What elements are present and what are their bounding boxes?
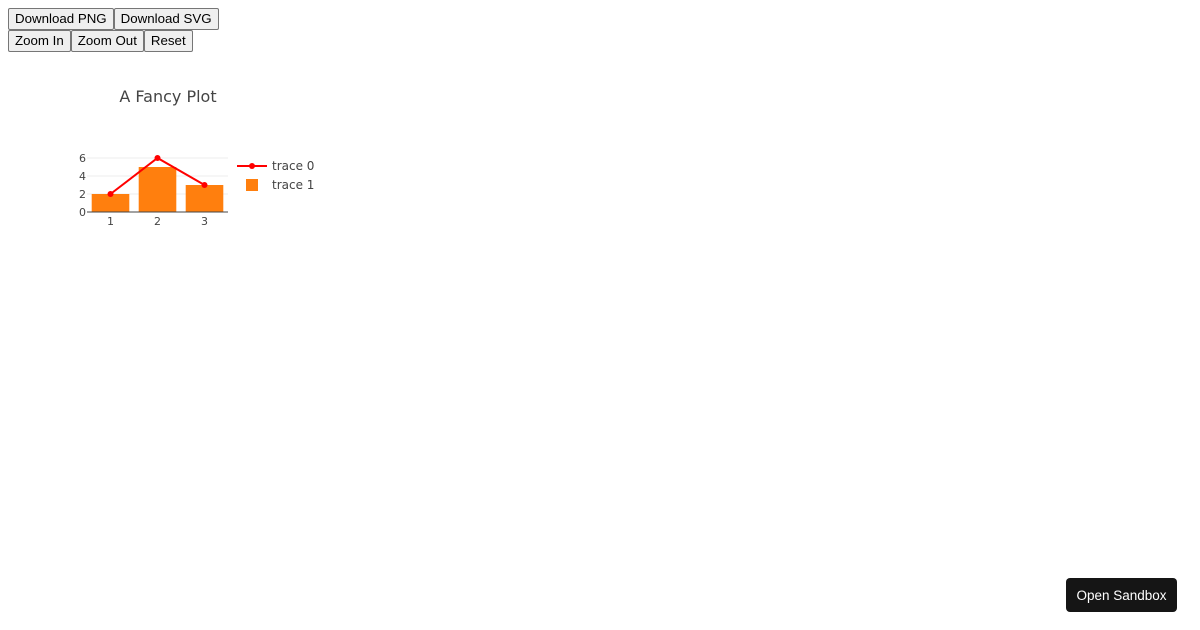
x-tick-label: 2 bbox=[154, 215, 161, 228]
y-tick-label: 4 bbox=[79, 170, 86, 183]
bar[interactable] bbox=[185, 185, 224, 212]
toolbar-row-zoom: Zoom In Zoom Out Reset bbox=[8, 30, 193, 52]
legend-line-marker bbox=[249, 163, 255, 169]
y-tick-label: 0 bbox=[79, 206, 86, 219]
reset-button[interactable]: Reset bbox=[143, 30, 193, 52]
line-point[interactable] bbox=[154, 155, 161, 161]
legend-label[interactable]: trace 0 bbox=[272, 159, 314, 173]
bar-series bbox=[91, 167, 224, 212]
y-tick-label: 6 bbox=[79, 152, 86, 165]
open-sandbox-button[interactable]: Open Sandbox bbox=[1066, 578, 1177, 612]
toolbar-row-download: Download PNG Download SVG bbox=[8, 8, 219, 30]
x-tick-label: 1 bbox=[107, 215, 114, 228]
legend-label[interactable]: trace 1 bbox=[272, 178, 314, 192]
line-point[interactable] bbox=[201, 182, 208, 188]
legend-bar-swatch bbox=[246, 179, 258, 191]
line-point[interactable] bbox=[107, 191, 114, 197]
chart-title: A Fancy Plot bbox=[119, 87, 216, 106]
legend[interactable]: trace 0 trace 1 bbox=[237, 159, 314, 192]
y-tick-label: 2 bbox=[79, 188, 86, 201]
zoom-out-button[interactable]: Zoom Out bbox=[70, 30, 144, 52]
chart[interactable]: A Fancy Plot 0 2 4 6 1 2 3 trace 0 trace 1 bbox=[0, 60, 330, 240]
download-png-button[interactable]: Download PNG bbox=[8, 8, 114, 30]
download-svg-button[interactable]: Download SVG bbox=[113, 8, 219, 30]
zoom-in-button[interactable]: Zoom In bbox=[8, 30, 71, 52]
x-tick-label: 3 bbox=[201, 215, 208, 228]
bar[interactable] bbox=[138, 167, 177, 212]
